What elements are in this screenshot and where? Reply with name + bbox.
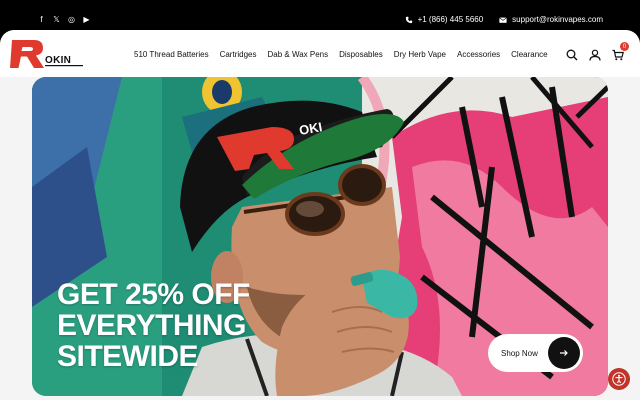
nav-cartridges[interactable]: Cartridges [220, 50, 257, 59]
nav-disposables[interactable]: Disposables [339, 50, 383, 59]
svg-text:OKIN: OKIN [45, 55, 71, 66]
phone-icon [405, 16, 412, 23]
facebook-icon[interactable]: f [37, 14, 46, 25]
headline-line-3: SITEWIDE [57, 340, 199, 373]
email-link[interactable]: support@rokinvapes.com [499, 15, 603, 24]
shop-now-label: Shop Now [501, 348, 538, 358]
social-links: f 𝕏 ◎ ▶ [37, 14, 91, 25]
main-nav: 510 Thread Batteries Cartridges Dab & Wa… [134, 50, 548, 59]
nav-accessories[interactable]: Accessories [457, 50, 500, 59]
email-address: support@rokinvapes.com [512, 15, 603, 24]
accessibility-icon [612, 372, 626, 386]
cart-button[interactable]: 0 [612, 42, 629, 61]
accessibility-button[interactable] [608, 368, 630, 390]
x-icon[interactable]: 𝕏 [52, 14, 61, 25]
search-button[interactable] [566, 48, 578, 61]
account-button[interactable] [589, 48, 601, 61]
hero-banner: OKI GET 25% OFF EVERYTHING SITEWIDE Shop… [32, 77, 608, 396]
arrow-right-icon [548, 337, 580, 369]
nav-dab-wax-pens[interactable]: Dab & Wax Pens [267, 50, 328, 59]
search-icon [566, 49, 578, 61]
instagram-icon[interactable]: ◎ [67, 14, 76, 25]
shop-now-button[interactable]: Shop Now [488, 334, 583, 372]
youtube-icon[interactable]: ▶ [82, 14, 91, 25]
contact-info: +1 (866) 445 5660 support@rokinvapes.com [405, 15, 603, 24]
header-actions: 0 [566, 42, 629, 61]
mail-icon [499, 16, 507, 23]
nav-dry-herb-vape[interactable]: Dry Herb Vape [394, 50, 446, 59]
hero-headline: GET 25% OFF EVERYTHING SITEWIDE [57, 279, 250, 372]
headline-line-2: EVERYTHING [57, 309, 246, 342]
user-icon [589, 49, 601, 61]
nav-510-thread-batteries[interactable]: 510 Thread Batteries [134, 50, 209, 59]
headline-line-1: GET 25% OFF [57, 278, 250, 311]
phone-link[interactable]: +1 (866) 445 5660 [405, 15, 484, 24]
nav-clearance[interactable]: Clearance [511, 50, 547, 59]
phone-number: +1 (866) 445 5660 [417, 15, 484, 24]
cart-count-badge: 0 [620, 42, 629, 51]
rokin-logo[interactable]: OKIN [10, 38, 88, 70]
